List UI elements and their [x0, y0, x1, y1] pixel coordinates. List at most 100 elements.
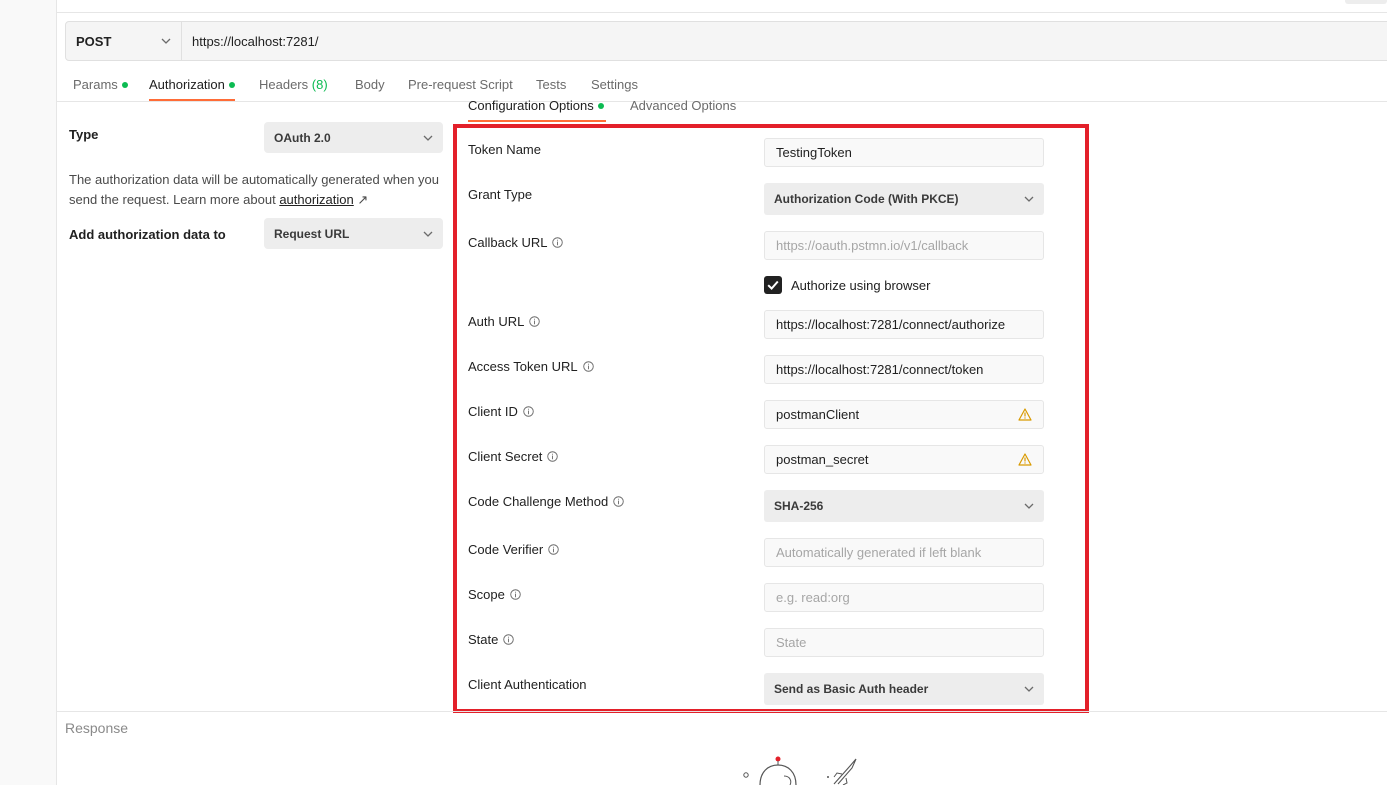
code-verifier-input[interactable] — [764, 538, 1044, 567]
left-sidebar-rail — [0, 0, 57, 785]
auth-type-value: OAuth 2.0 — [274, 130, 331, 145]
client-authentication-value: Send as Basic Auth header — [774, 682, 929, 696]
code-challenge-method-label: Code Challenge Method — [468, 494, 624, 509]
info-icon[interactable] — [552, 237, 564, 248]
client-authentication-label-text: Client Authentication — [468, 677, 587, 692]
authorize-browser-checkbox[interactable] — [764, 276, 782, 294]
state-label: State — [468, 632, 515, 647]
astronaut-rocket-illustration — [743, 756, 857, 785]
chevron-down-icon — [1024, 503, 1034, 509]
info-icon[interactable] — [547, 451, 559, 462]
auth-url-value: https://localhost:7281/connect/authorize — [776, 317, 1006, 332]
method-label: POST — [76, 33, 112, 49]
code-challenge-method-select[interactable]: SHA-256 — [764, 490, 1044, 522]
client-authentication-label: Client Authentication — [468, 677, 587, 692]
grant-type-select[interactable]: Authorization Code (With PKCE) — [764, 183, 1044, 215]
info-icon[interactable] — [529, 316, 541, 327]
client-authentication-select[interactable]: Send as Basic Auth header — [764, 673, 1044, 705]
client-secret-value: postman_secret — [776, 452, 869, 467]
auth-description: The authorization data will be automatic… — [69, 170, 444, 210]
tab-authorization-status-dot — [228, 81, 235, 88]
access-token-url-input[interactable]: https://localhost:7281/connect/token — [764, 355, 1044, 384]
tab-authorization-label: Authorization — [149, 77, 225, 92]
code-verifier-label-text: Code Verifier — [468, 542, 544, 557]
tab-params[interactable]: Params — [73, 77, 128, 92]
info-icon[interactable] — [548, 544, 559, 555]
tab-headers[interactable]: Headers (8) — [259, 77, 328, 92]
url-input[interactable]: https://localhost:7281/ — [182, 34, 318, 49]
info-icon[interactable] — [503, 634, 515, 645]
warning-icon[interactable] — [1018, 408, 1032, 421]
chevron-down-icon — [1024, 686, 1034, 692]
request-tabs: Params Authorization Headers (8) Body Pr… — [57, 62, 1387, 102]
info-icon[interactable] — [510, 589, 521, 600]
code-verifier-field[interactable] — [776, 545, 1032, 560]
scope-label-text: Scope — [468, 587, 505, 602]
access-token-url-label-text: Access Token URL — [468, 359, 578, 374]
code-verifier-label: Code Verifier — [468, 542, 559, 557]
chevron-down-icon — [423, 135, 433, 141]
tab-authorization[interactable]: Authorization — [149, 77, 235, 92]
tab-tests[interactable]: Tests — [536, 77, 566, 92]
tab-pre-request-script[interactable]: Pre-request Script — [408, 77, 513, 92]
callback-url-label-text: Callback URL — [468, 235, 548, 250]
auth-type-select[interactable]: OAuth 2.0 — [264, 122, 443, 153]
code-challenge-method-value: SHA-256 — [774, 499, 824, 513]
chevron-down-icon — [423, 231, 433, 237]
chevron-down-icon — [1024, 196, 1034, 202]
authorize-browser-option[interactable]: Authorize using browser — [764, 276, 930, 294]
info-icon[interactable] — [523, 406, 534, 417]
client-secret-label: Client Secret — [468, 449, 559, 464]
scope-label: Scope — [468, 587, 521, 602]
tab-params-status-dot — [121, 81, 128, 88]
code-challenge-method-label-text: Code Challenge Method — [468, 494, 609, 509]
scope-input[interactable] — [764, 583, 1044, 612]
info-icon[interactable] — [582, 361, 594, 372]
subtab-advanced-options[interactable]: Advanced Options — [630, 98, 736, 113]
tab-params-label: Params — [73, 77, 118, 92]
auth-url-label: Auth URL — [468, 314, 541, 329]
token-name-input[interactable]: TestingToken — [764, 138, 1044, 167]
warning-icon[interactable] — [1018, 453, 1032, 466]
add-auth-to-select[interactable]: Request URL — [264, 218, 443, 249]
access-token-url-value: https://localhost:7281/connect/token — [776, 362, 984, 377]
state-input[interactable] — [764, 628, 1044, 657]
tab-settings[interactable]: Settings — [591, 77, 638, 92]
request-url-bar: POST https://localhost:7281/ — [65, 21, 1387, 61]
grant-type-label-text: Grant Type — [468, 187, 533, 202]
scope-field[interactable] — [776, 590, 1032, 605]
add-auth-to-label: Add authorization data to — [69, 227, 226, 242]
authorization-link[interactable]: authorization — [279, 192, 353, 207]
type-label: Type — [69, 127, 99, 142]
auth-description-text: The authorization data will be automatic… — [69, 172, 440, 207]
method-select[interactable]: POST — [66, 22, 182, 60]
token-name-value: TestingToken — [776, 145, 852, 160]
callback-url-field[interactable] — [776, 238, 1032, 253]
token-name-label: Token Name — [468, 142, 541, 157]
subtab-configuration-options[interactable]: Configuration Options — [468, 98, 604, 113]
client-id-label: Client ID — [468, 404, 534, 419]
auth-url-input[interactable]: https://localhost:7281/connect/authorize — [764, 310, 1044, 339]
subtab-configuration-label: Configuration Options — [468, 98, 594, 113]
grant-type-label: Grant Type — [468, 187, 532, 202]
state-field[interactable] — [776, 635, 1032, 650]
grant-type-value: Authorization Code (With PKCE) — [774, 192, 959, 206]
top-strip-button[interactable] — [1345, 0, 1387, 4]
checkmark-icon — [767, 280, 779, 290]
active-subtab-underline — [468, 120, 606, 122]
external-link-icon: ↗ — [357, 192, 369, 207]
tab-body[interactable]: Body — [355, 77, 385, 92]
state-label-text: State — [468, 632, 499, 647]
subtab-status-dot — [597, 102, 604, 109]
access-token-url-label: Access Token URL — [468, 359, 594, 374]
callback-url-input[interactable] — [764, 231, 1044, 260]
client-id-input[interactable]: postmanClient — [764, 400, 1044, 429]
tab-headers-label: Headers — [259, 77, 309, 92]
auth-url-label-text: Auth URL — [468, 314, 525, 329]
add-auth-to-value: Request URL — [274, 226, 350, 241]
client-secret-input[interactable]: postman_secret — [764, 445, 1044, 474]
client-id-label-text: Client ID — [468, 404, 518, 419]
response-divider — [57, 711, 1387, 712]
chevron-down-icon — [161, 38, 171, 44]
info-icon[interactable] — [613, 496, 624, 507]
